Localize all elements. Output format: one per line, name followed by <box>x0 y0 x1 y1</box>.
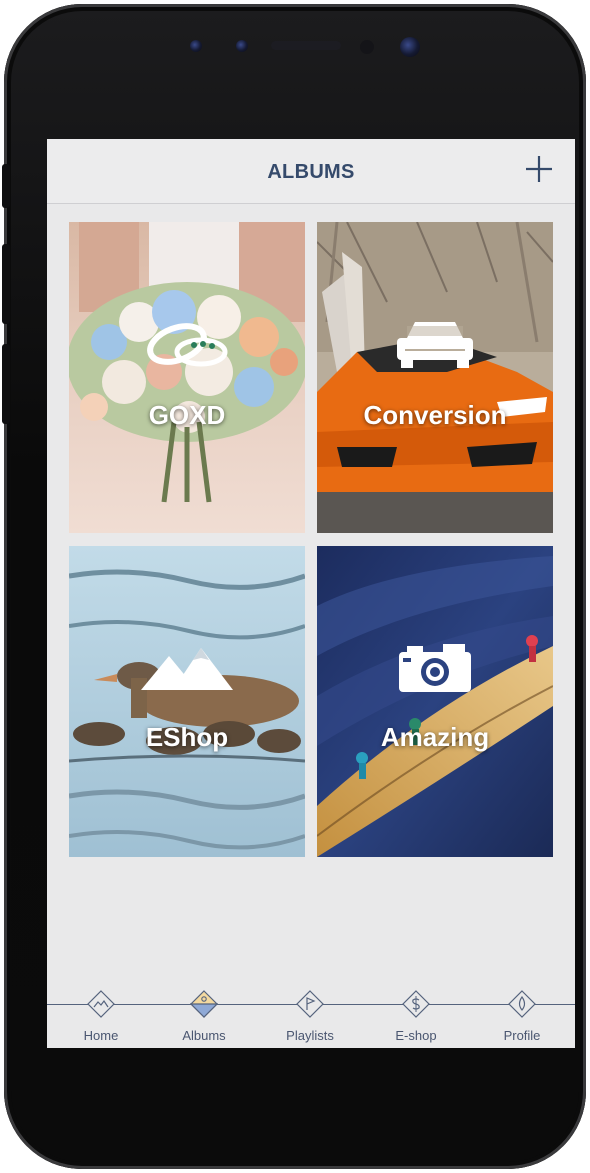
phone-frame: ALBUMS GOXD Conversion EShop Amazing Hom… <box>2 4 586 1169</box>
side-button-silent <box>2 164 10 208</box>
album-tile-amazing[interactable]: Amazing <box>317 546 553 857</box>
tab-profile[interactable]: Profile <box>482 984 562 1048</box>
add-album-button[interactable] <box>523 153 555 185</box>
tab-label: Profile <box>503 1028 541 1043</box>
album-label: Conversion <box>363 400 507 430</box>
side-button-volume-up <box>2 244 10 324</box>
page-title: ALBUMS <box>267 161 355 183</box>
drop-diamond-icon <box>508 990 536 1018</box>
tab-label: Albums <box>182 1028 226 1043</box>
album-label: EShop <box>145 722 229 752</box>
tab-playlists[interactable]: Playlists <box>270 984 350 1048</box>
tab-bar: Home Albums Playlists E-shop Profile <box>47 984 575 1048</box>
camera-lens <box>400 37 420 57</box>
side-button-volume-down <box>2 344 10 424</box>
album-label: GOXD <box>148 400 226 430</box>
tab-albums[interactable]: Albums <box>164 984 244 1048</box>
album-cover-ducks <box>69 546 305 857</box>
rings-icon <box>147 323 228 367</box>
camera-icon <box>399 644 471 692</box>
mountains-icon <box>141 648 233 690</box>
speaker-grille <box>271 41 341 50</box>
car-icon <box>397 322 473 368</box>
tab-home[interactable]: Home <box>61 984 141 1048</box>
header-bar: ALBUMS <box>47 139 575 204</box>
sensor <box>236 40 248 52</box>
album-cover-dunes <box>317 546 553 857</box>
mountain-diamond-icon <box>87 990 115 1018</box>
plus-icon <box>526 156 552 182</box>
album-label: Amazing <box>380 722 490 752</box>
album-cover-car <box>317 222 553 533</box>
album-cover-bouquet <box>69 222 305 533</box>
album-diamond-icon <box>190 990 218 1018</box>
album-tile-goxd[interactable]: GOXD <box>69 222 305 533</box>
tab-label: Home <box>83 1028 119 1043</box>
album-tile-conversion[interactable]: Conversion <box>317 222 553 533</box>
front-camera <box>190 40 202 52</box>
tab-label: E-shop <box>395 1028 437 1043</box>
dollar-diamond-icon <box>402 990 430 1018</box>
proximity-sensor <box>360 40 374 54</box>
play-diamond-icon <box>296 990 324 1018</box>
album-tile-eshop[interactable]: EShop <box>69 546 305 857</box>
tab-label: Playlists <box>286 1028 334 1043</box>
notch <box>164 22 464 80</box>
app-screen: ALBUMS GOXD Conversion EShop Amazing Hom… <box>47 139 575 1048</box>
tab-eshop[interactable]: E-shop <box>376 984 456 1048</box>
